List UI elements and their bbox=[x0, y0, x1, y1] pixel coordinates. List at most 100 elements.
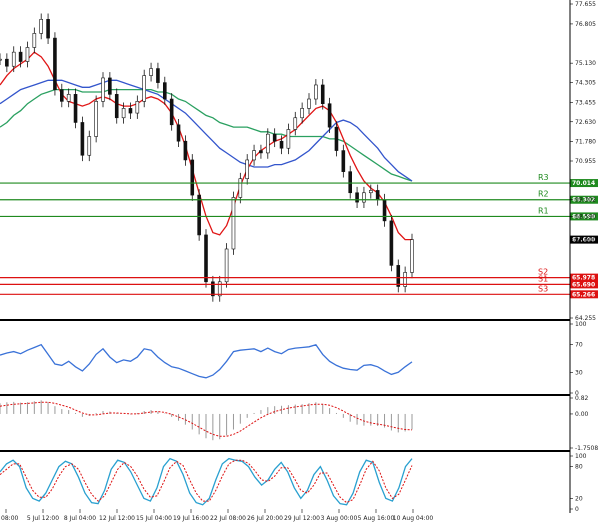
level-label-s2: S2 bbox=[538, 268, 548, 277]
stochastic-tick-label: 0 bbox=[575, 506, 579, 513]
candle-body bbox=[279, 140, 284, 149]
candle-body bbox=[382, 199, 387, 222]
price-tick-label: 74.305 bbox=[575, 80, 596, 87]
candle-body bbox=[87, 136, 92, 156]
candle-body bbox=[293, 117, 298, 130]
candle-body bbox=[163, 82, 167, 100]
candle-body bbox=[59, 89, 64, 102]
candle-body bbox=[197, 194, 201, 236]
candle-body bbox=[190, 159, 195, 196]
level-label-r3: R3 bbox=[538, 173, 549, 182]
candle-body bbox=[169, 98, 174, 126]
price-tick-label: 69.302 bbox=[575, 197, 596, 204]
price-tick-label: 72.630 bbox=[575, 119, 596, 126]
level-badge-text-s3: 65.266 bbox=[572, 291, 595, 298]
candle-body bbox=[135, 101, 140, 114]
candle-body bbox=[46, 19, 50, 39]
candle-body bbox=[327, 103, 332, 128]
stochastic-tick-label: 20 bbox=[575, 495, 583, 502]
candle-body bbox=[245, 159, 249, 179]
candle-body bbox=[300, 108, 304, 119]
level-label-r1: R1 bbox=[538, 206, 549, 215]
candle-body bbox=[259, 150, 263, 154]
candle-body bbox=[368, 190, 373, 194]
candle-body bbox=[334, 126, 339, 151]
candle-body bbox=[25, 47, 30, 62]
price-tick-label: 68.590 bbox=[575, 213, 596, 220]
candle-body bbox=[32, 33, 37, 48]
candle-body bbox=[53, 37, 57, 90]
candle-body bbox=[73, 94, 78, 123]
price-tick-label: 73.455 bbox=[575, 99, 596, 106]
x-tick-label: ul 08:00 bbox=[0, 515, 19, 522]
x-tick-label: 12 Jul 12:00 bbox=[99, 515, 135, 522]
candle-body bbox=[142, 75, 146, 102]
candle-body bbox=[224, 248, 229, 283]
level-badge-text-s1: 65.690 bbox=[572, 281, 595, 288]
candle-body bbox=[252, 150, 256, 161]
rsi-tick-label: 30 bbox=[575, 369, 583, 376]
macd-tick-label: 0.82 bbox=[575, 395, 589, 402]
candle-body bbox=[156, 68, 160, 83]
x-tick-label: 8 Jul 04:00 bbox=[64, 515, 96, 522]
macd-tick-label: 0.00 bbox=[575, 411, 589, 418]
trading-chart: R370.014R269.302R168.590S165.690S265.978… bbox=[0, 0, 600, 523]
candle-body bbox=[396, 265, 401, 287]
candle-body bbox=[94, 101, 98, 137]
candle-body bbox=[39, 19, 44, 34]
price-tick-label: 70.955 bbox=[575, 158, 596, 165]
candle-body bbox=[355, 192, 359, 203]
candle-body bbox=[389, 220, 394, 266]
price-tick-label: 67.600 bbox=[575, 237, 596, 244]
stochastic-tick-label: 80 bbox=[575, 464, 583, 471]
candle-body bbox=[341, 150, 346, 172]
candle-body bbox=[238, 178, 243, 198]
level-badge-text-s2: 65.978 bbox=[572, 275, 595, 282]
price-tick-label: 76.805 bbox=[575, 21, 596, 28]
candle-body bbox=[149, 68, 153, 76]
candle-body bbox=[11, 51, 16, 67]
candle-body bbox=[80, 122, 85, 156]
x-tick-label: 22 Jul 08:00 bbox=[210, 515, 246, 522]
price-tick-label: 77.655 bbox=[575, 1, 596, 8]
candle-body bbox=[204, 234, 208, 283]
price-tick-label: 71.780 bbox=[575, 139, 596, 146]
candle-body bbox=[18, 51, 23, 62]
candle-body bbox=[108, 77, 112, 95]
x-tick-label: 15 Jul 04:00 bbox=[136, 515, 172, 522]
candle-body bbox=[314, 84, 318, 100]
candle-body bbox=[66, 94, 71, 102]
candle-body bbox=[231, 197, 236, 250]
candle-body bbox=[375, 190, 380, 201]
candle-body bbox=[101, 77, 105, 102]
rsi-tick-label: 70 bbox=[575, 342, 583, 349]
candle-body bbox=[0, 58, 2, 61]
candle-body bbox=[272, 133, 277, 142]
chart-background bbox=[0, 0, 600, 523]
candle-body bbox=[114, 94, 119, 119]
x-tick-label: 19 Jul 16:00 bbox=[173, 515, 209, 522]
price-tick-label: 75.130 bbox=[575, 60, 596, 67]
x-tick-label: 29 Jul 12:00 bbox=[284, 515, 320, 522]
candle-body bbox=[348, 171, 353, 194]
candle-body bbox=[5, 58, 9, 67]
candle-body bbox=[128, 108, 133, 114]
candle-body bbox=[121, 108, 126, 119]
candle-body bbox=[307, 98, 311, 109]
level-badge-text-r3: 70.014 bbox=[572, 180, 595, 187]
rsi-tick-label: 100 bbox=[575, 321, 587, 328]
candle-body bbox=[183, 140, 188, 161]
level-label-r2: R2 bbox=[538, 190, 549, 199]
macd-tick-label: -1.7508 bbox=[575, 445, 598, 452]
x-tick-label: 5 Aug 16:00 bbox=[358, 515, 395, 522]
candle-body bbox=[286, 129, 291, 149]
x-tick-label: 10 Aug 04:00 bbox=[393, 515, 434, 522]
stochastic-tick-label: 100 bbox=[575, 453, 587, 460]
x-tick-label: 5 Jul 12:00 bbox=[27, 515, 59, 522]
candle-body bbox=[410, 239, 414, 273]
x-tick-label: 26 Jul 20:00 bbox=[247, 515, 283, 522]
x-tick-label: 3 Aug 00:00 bbox=[321, 515, 358, 522]
candle-body bbox=[362, 192, 366, 203]
candle-body bbox=[265, 133, 270, 154]
candle-body bbox=[176, 124, 181, 142]
